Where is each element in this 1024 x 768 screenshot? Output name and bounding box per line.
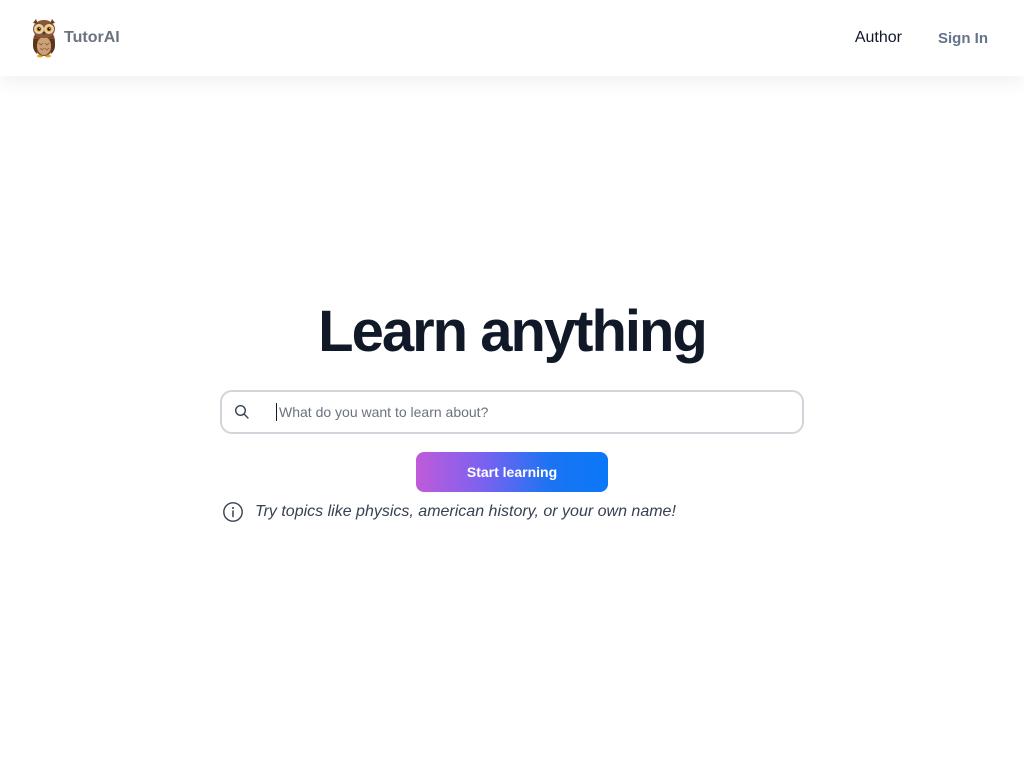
page-title: Learn anything <box>318 299 708 364</box>
hero-section: Learn anything Start learning Try topics… <box>0 0 1024 768</box>
start-learning-button[interactable]: Start learning <box>416 452 608 492</box>
owl-icon <box>33 19 55 58</box>
search-input[interactable] <box>276 403 786 421</box>
author-link[interactable]: Author <box>855 29 902 47</box>
search-icon <box>234 404 249 419</box>
top-header: TutorAI Author Sign In <box>0 0 1024 76</box>
brand-name: TutorAI <box>64 29 120 46</box>
hint-text: Try topics like physics, american histor… <box>255 503 676 520</box>
info-icon <box>223 502 243 522</box>
top-nav: Author Sign In <box>855 29 988 47</box>
hint-row: Try topics like physics, american histor… <box>222 501 676 523</box>
brand-logo-link[interactable]: TutorAI <box>28 17 120 59</box>
search-box <box>220 390 804 434</box>
sign-in-link[interactable]: Sign In <box>938 30 988 47</box>
